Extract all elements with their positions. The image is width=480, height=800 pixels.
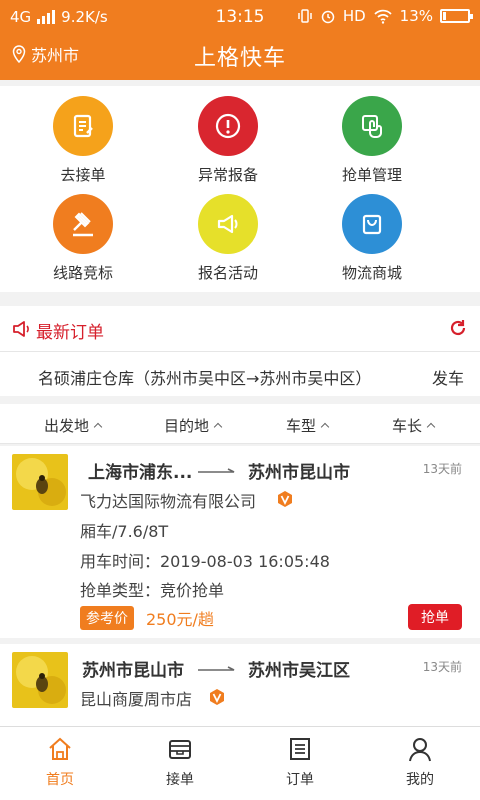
- order-company: 昆山商厦周市店: [80, 690, 193, 709]
- grab-order-button[interactable]: 抢单: [408, 604, 462, 630]
- reference-price-tag: 参考价: [80, 606, 134, 630]
- verified-badge-icon: [210, 689, 224, 705]
- filter-origin[interactable]: 出发地: [44, 415, 103, 436]
- order-time-ago: 13天前: [422, 660, 462, 674]
- inbox-icon: [169, 740, 191, 759]
- filter-label: 出发地: [44, 417, 90, 435]
- order-company: 飞力达国际物流有限公司: [80, 492, 257, 511]
- nav-label: 首页: [46, 772, 74, 788]
- feature-accept-order[interactable]: 去接单: [3, 96, 163, 185]
- shopping-bag-icon: [342, 194, 402, 254]
- battery-percent: 13%: [399, 7, 433, 25]
- nav-label: 订单: [286, 772, 314, 788]
- feature-label: 去接单: [60, 166, 106, 184]
- home-icon: [49, 737, 71, 760]
- chevron-up-icon: [213, 422, 223, 432]
- ticker-action: 发车: [431, 369, 464, 388]
- order-price: 250元/趟: [146, 610, 214, 629]
- feature-grab-management[interactable]: 抢单管理: [292, 96, 452, 185]
- page-title: 上格快车: [193, 46, 286, 71]
- feature-route-bidding[interactable]: 线路竞标: [3, 194, 163, 283]
- filter-label: 目的地: [164, 417, 210, 435]
- ticker-route: 名硕浦庄仓库（苏州市吴中区→苏州市吴中区）: [38, 369, 372, 388]
- chevron-up-icon: [426, 422, 436, 432]
- wifi-icon: [374, 9, 392, 24]
- arrow-right-icon: [198, 468, 235, 473]
- order-vehicle: 厢车/7.6/8T: [80, 522, 169, 541]
- order-time-ago: 13天前: [422, 462, 462, 476]
- nav-label: 接单: [166, 772, 194, 788]
- order-grab-type: 抢单类型：竞价抢单: [80, 581, 225, 600]
- app-header: 4G 9.2K/s 13:15 HD 13% 苏州市 上格快车: [0, 0, 480, 80]
- clipboard-icon: [53, 96, 113, 156]
- hand-tap-icon: [342, 96, 402, 156]
- alert-icon: [198, 96, 258, 156]
- order-thumbnail: [12, 652, 68, 708]
- nav-label: 我的: [406, 772, 434, 788]
- feature-label: 异常报备: [197, 166, 258, 184]
- nav-home[interactable]: 首页: [0, 735, 120, 789]
- chevron-up-icon: [320, 422, 330, 432]
- speaker-icon: [13, 321, 29, 337]
- order-card[interactable]: 苏州市昆山市 苏州市吴江区 13天前 昆山商厦周市店: [0, 644, 480, 726]
- order-use-time: 用车时间：2019-08-03 16:05:48: [80, 552, 330, 571]
- vibrate-icon: [298, 9, 312, 23]
- filter-vehicle-length[interactable]: 车长: [392, 415, 436, 436]
- filter-label: 车型: [286, 417, 317, 435]
- feature-label: 报名活动: [197, 264, 258, 282]
- feature-label: 物流商城: [341, 264, 402, 282]
- order-card[interactable]: 上海市浦东... 苏州市昆山市 13天前 飞力达国际物流有限公司 厢车/7.6/…: [0, 446, 480, 638]
- user-icon: [409, 738, 431, 762]
- megaphone-icon: [198, 194, 258, 254]
- feature-exception-report[interactable]: 异常报备: [148, 96, 308, 185]
- chevron-up-icon: [93, 422, 103, 432]
- filter-label: 车长: [392, 417, 423, 435]
- filter-destination[interactable]: 目的地: [164, 415, 223, 436]
- order-origin: 上海市浦东...: [88, 463, 193, 483]
- gavel-icon: [53, 194, 113, 254]
- bottom-nav: 首页 接单 订单 我的: [0, 726, 480, 800]
- arrow-right-icon: [198, 666, 235, 671]
- latest-order-ticker[interactable]: 名硕浦庄仓库（苏州市吴中区→苏州市吴中区） 发车: [0, 353, 480, 396]
- list-icon: [290, 738, 310, 760]
- latest-orders-title: 最新订单: [36, 323, 104, 343]
- nav-profile[interactable]: 我的: [360, 735, 480, 789]
- filter-bar: 出发地 目的地 车型 车长: [0, 404, 480, 444]
- status-bar: 4G 9.2K/s 13:15 HD 13%: [0, 0, 480, 34]
- nav-accept[interactable]: 接单: [120, 735, 240, 789]
- nav-orders[interactable]: 订单: [240, 735, 360, 789]
- order-destination: 苏州市吴江区: [248, 661, 350, 681]
- verified-badge-icon: [278, 491, 292, 507]
- feature-grid: 去接单 异常报备 抢单管理 线路竞标 报名活动 物流商城: [0, 86, 480, 292]
- battery-icon: [440, 9, 473, 23]
- order-thumbnail: [12, 454, 68, 510]
- latest-orders-panel: 最新订单 名硕浦庄仓库（苏州市吴中区→苏州市吴中区） 发车: [0, 306, 480, 396]
- order-origin: 苏州市昆山市: [82, 661, 184, 681]
- filter-vehicle-type[interactable]: 车型: [286, 415, 330, 436]
- hd-indicator: HD: [342, 7, 366, 25]
- feature-label: 线路竞标: [52, 264, 113, 282]
- feature-signup-activity[interactable]: 报名活动: [148, 194, 308, 283]
- feature-label: 抢单管理: [341, 166, 402, 184]
- alarm-icon: [321, 10, 335, 24]
- refresh-icon[interactable]: [448, 318, 468, 338]
- feature-logistics-mall[interactable]: 物流商城: [292, 194, 452, 283]
- order-destination: 苏州市昆山市: [248, 463, 350, 483]
